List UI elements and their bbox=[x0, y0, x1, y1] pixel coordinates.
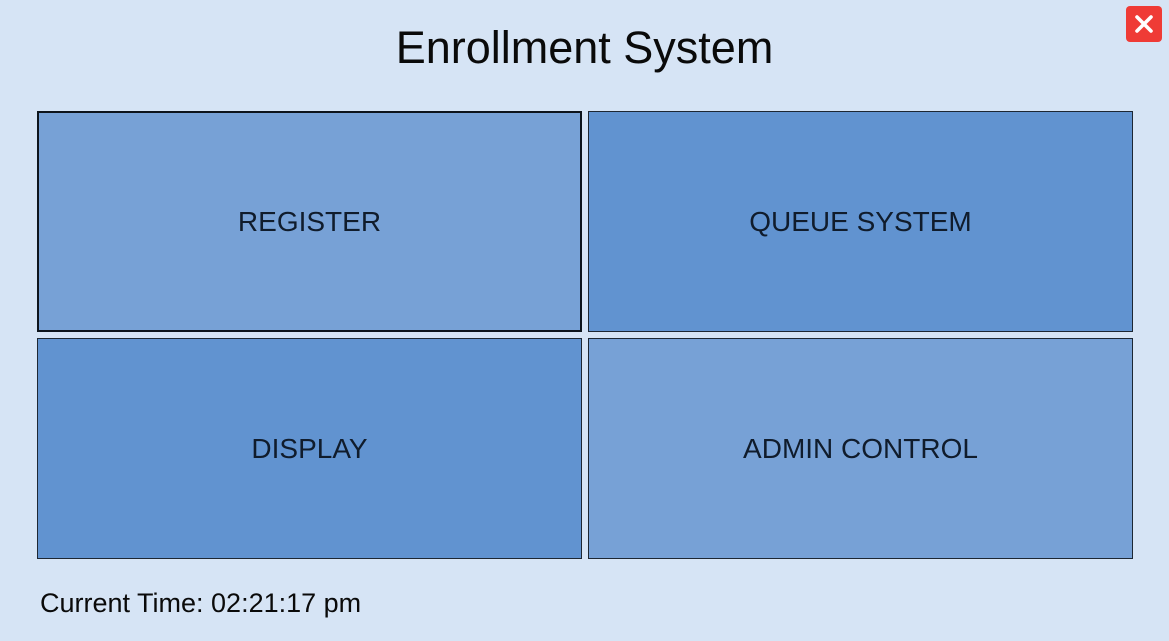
current-time-label: Current Time: 02:21:17 pm bbox=[40, 588, 362, 618]
admin-control-button[interactable]: ADMIN CONTROL bbox=[588, 338, 1133, 559]
queue-system-button[interactable]: QUEUE SYSTEM bbox=[588, 111, 1133, 332]
register-button-label: REGISTER bbox=[237, 205, 382, 237]
menu-grid: REGISTER QUEUE SYSTEM DISPLAY ADMIN CONT… bbox=[37, 111, 1133, 559]
display-button[interactable]: DISPLAY bbox=[37, 338, 582, 559]
close-button[interactable] bbox=[1126, 6, 1162, 42]
page-title: Enrollment System bbox=[395, 22, 774, 73]
close-icon bbox=[1135, 15, 1153, 33]
display-button-label: DISPLAY bbox=[251, 432, 368, 464]
register-button[interactable]: REGISTER bbox=[37, 111, 582, 332]
queue-system-button-label: QUEUE SYSTEM bbox=[749, 205, 972, 237]
admin-control-button-label: ADMIN CONTROL bbox=[743, 432, 978, 464]
